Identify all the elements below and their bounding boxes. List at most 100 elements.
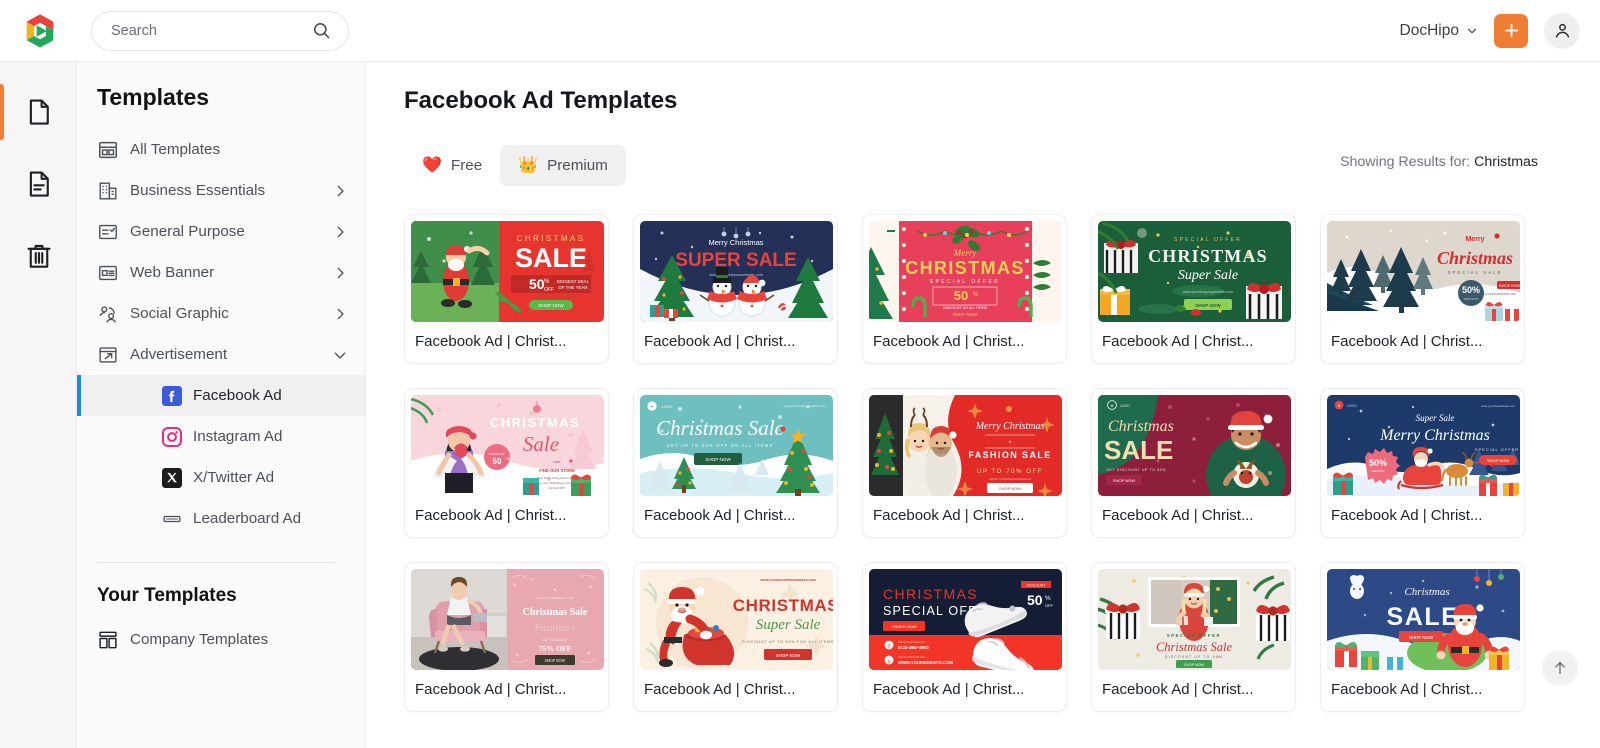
sidebar-item-label: Instagram Ad [193, 428, 283, 445]
template-title: Facebook Ad | Christ... [1331, 333, 1483, 350]
sidebar-item-all-templates[interactable]: All Templates [77, 129, 365, 170]
template-thumbnail: ✦ LOGO Christmas SALE GET DISCOUNT UP TO… [1098, 395, 1291, 496]
template-thumbnail: ✦ LOGO www.yourshopwebsite.com Super Sal… [1327, 395, 1520, 496]
svg-text:Merry Christmas: Merry Christmas [975, 421, 1045, 432]
scroll-to-top-button[interactable] [1542, 650, 1578, 686]
sidebar-item-label: General Purpose [130, 223, 245, 240]
template-card[interactable]: Merry Christmas ♠ FASHION SALE UP TO 70%… [862, 388, 1067, 538]
rail-item-documents[interactable] [0, 76, 77, 148]
thumb-santa-sleigh-navy-super-sale: ✦ LOGO www.yourshopwebsite.com Super Sal… [1327, 395, 1520, 496]
icon-rail [0, 62, 77, 748]
svg-text:%: % [506, 456, 510, 461]
svg-text:SHOP NOW: SHOP NOW [1499, 283, 1520, 288]
chevron-down-icon [1467, 28, 1477, 33]
svg-text:%: % [1045, 595, 1051, 602]
search-box[interactable] [91, 10, 349, 51]
thumb-sweater-man-christmas-sale: ✦ LOGO Christmas SALE GET DISCOUNT UP TO… [1098, 395, 1291, 496]
thumb-blue-christmas-sale-santa: Christmas SALE SHOP NOW [1327, 569, 1520, 670]
svg-text:FIND OUR STORE: FIND OUR STORE [539, 468, 575, 473]
svg-text:DISCOUNT ON ALL ITEMS: DISCOUNT ON ALL ITEMS [943, 306, 988, 310]
create-new-button[interactable] [1494, 13, 1528, 48]
sidebar-item-leaderboard-ad[interactable]: Leaderboard Ad [77, 498, 365, 539]
sidebar-item-general-purpose[interactable]: General Purpose [77, 211, 365, 252]
template-card[interactable]: CHRISTMAS SPECIAL OFFER ORDER NOW DISCOU… [862, 562, 1067, 712]
crown-icon: 👑 [518, 156, 539, 174]
sidebar-item-label: All Templates [130, 141, 221, 158]
user-avatar-icon [1555, 23, 1569, 38]
search-input[interactable] [111, 22, 312, 39]
svg-text:Any City, 3B Building, 1st Flo: Any City, 3B Building, 1st Floor, [538, 481, 577, 485]
facebook-icon [162, 385, 182, 406]
template-card[interactable]: Christmas SALE SHOP NOW Facebook Ad | Ch… [1320, 562, 1525, 712]
svg-text:50%: 50% [1369, 458, 1387, 468]
workspace-menu[interactable]: DocHipo [1400, 22, 1478, 40]
template-title: Facebook Ad | Christ... [1102, 681, 1254, 698]
template-card[interactable]: CHRISTMAS SALE 50 % OFF BIGGEST DEAL OF … [404, 214, 609, 364]
template-title: Facebook Ad | Christ... [1331, 507, 1483, 524]
sidebar-item-facebook-ad[interactable]: Facebook Ad [77, 375, 365, 416]
thumb-teal-christmas-sale-trees: ✦ LOGO www.yourchristmaswebsite.com Chri… [640, 395, 833, 496]
template-thumbnail: Merry Christmas SPECIAL SALE SHOP NOW ww… [1327, 221, 1520, 322]
main-content: Facebook Ad Templates ❤️ Free 👑 Premium … [366, 62, 1600, 748]
search-icon[interactable] [312, 21, 331, 40]
dochipo-logo-icon[interactable] [20, 11, 60, 51]
rail-item-trash[interactable] [0, 220, 77, 292]
sidebar-item-social-graphic[interactable]: Social Graphic [77, 293, 365, 334]
svg-text:SUPER SALE: SUPER SALE [675, 250, 796, 271]
sidebar-item-x-twitter-ad[interactable]: X/Twitter Ad [77, 457, 365, 498]
svg-text:Christmas: Christmas [1404, 586, 1449, 598]
chevron-right-icon [337, 308, 344, 319]
user-account-button[interactable] [1544, 12, 1580, 49]
svg-text:SPECIAL OFFER: SPECIAL OFFER [1167, 633, 1221, 638]
template-card[interactable]: ✦ LOGO www.yourshopwebsite.com Super Sal… [1320, 388, 1525, 538]
svg-text:50: 50 [493, 457, 502, 466]
template-card[interactable]: Merry CHRISTMAS SPECIAL OFFER 50 % DISCO… [862, 214, 1067, 364]
template-grid: CHRISTMAS SALE 50 % OFF BIGGEST DEAL OF … [404, 214, 1600, 712]
svg-text:www.yourchristmaswebsite.com: www.yourchristmaswebsite.com [783, 404, 826, 408]
x-twitter-icon [162, 467, 182, 488]
heart-icon: ❤️ [422, 156, 442, 174]
sidebar-item-web-banner[interactable]: Web Banner [77, 252, 365, 293]
svg-text:SHOP NOW: SHOP NOW [1487, 458, 1509, 463]
svg-text:Call us now for more info: Call us now for more info [898, 641, 925, 644]
sidebar-item-company-templates[interactable]: Company Templates [77, 619, 365, 660]
thumb-santa-sack-cream-super-sale: WWW.YOURSHOPPINGWEBSITE.COM CHRISTMAS Su… [640, 569, 833, 670]
template-card[interactable]: SPECIAL OFFER CHRISTMAS Super Sale www.y… [1091, 214, 1296, 364]
rail-item-my-documents[interactable] [0, 148, 77, 220]
sidebar: Templates All Templates Business Essenti… [77, 62, 366, 748]
sidebar-item-business-essentials[interactable]: Business Essentials [77, 170, 365, 211]
page-title: Facebook Ad Templates [404, 87, 678, 114]
template-card[interactable]: CHRISTMAS Sale DISCOUNT 50 % LIMIT FIND … [404, 388, 609, 538]
sidebar-title: Templates [97, 84, 210, 110]
svg-text:SALE: SALE [515, 243, 587, 273]
template-card[interactable]: Merry Christmas SPECIAL SALE SHOP NOW ww… [1320, 214, 1525, 364]
thumb-snowmen-navy-super-sale: Merry Christmas SUPER SALE www.yourchris… [640, 221, 833, 322]
sidebar-item-instagram-ad[interactable]: Instagram Ad [77, 416, 365, 457]
svg-text:✆: ✆ [887, 643, 891, 648]
showing-results: Showing Results for: Christmas [1340, 154, 1538, 170]
template-card[interactable]: ♠ WWW.YOURWEBSITE.COM Christmas Sale Fur… [404, 562, 609, 712]
people-icon [99, 305, 116, 323]
svg-text:www.yourshopwebsite.com: www.yourshopwebsite.com [1481, 404, 1515, 408]
template-thumbnail: Merry Christmas ♠ FASHION SALE UP TO 70%… [869, 395, 1062, 496]
template-card[interactable]: ✦ LOGO www.yourchristmaswebsite.com Chri… [633, 388, 838, 538]
template-card[interactable]: Merry Christmas SUPER SALE www.yourchris… [633, 214, 838, 364]
svg-text:DISCOUNT: DISCOUNT [1464, 297, 1479, 301]
svg-text:WWW.YOURFASHIONWEBSITE: WWW.YOURFASHIONWEBSITE [989, 477, 1031, 481]
svg-text:UP TO 70% OFF: UP TO 70% OFF [977, 469, 1043, 475]
tab-free[interactable]: ❤️ Free [404, 145, 500, 186]
svg-text:50: 50 [954, 288, 968, 303]
template-card[interactable]: SPECIAL OFFER Christmas Sale DISCOUNT UP… [1091, 562, 1296, 712]
plus-icon [1504, 23, 1518, 38]
svg-text:Christmas: Christmas [1108, 418, 1174, 435]
template-card[interactable]: ✦ LOGO Christmas SALE GET DISCOUNT UP TO… [1091, 388, 1296, 538]
thumb-green-super-sale-gifts: SPECIAL OFFER CHRISTMAS Super Sale www.y… [1098, 221, 1291, 322]
svg-text:OFF: OFF [1045, 603, 1054, 608]
template-card[interactable]: WWW.YOURSHOPPINGWEBSITE.COM CHRISTMAS Su… [633, 562, 838, 712]
filter-tabs: ❤️ Free 👑 Premium Showing Results for: C… [404, 145, 1600, 186]
template-thumbnail: Merry Christmas SUPER SALE www.yourchris… [640, 221, 833, 322]
svg-text:LOGO: LOGO [1120, 404, 1130, 408]
sidebar-item-advertisement[interactable]: Advertisement [77, 334, 365, 375]
tab-premium[interactable]: 👑 Premium [500, 145, 626, 186]
svg-text:CHRISTMAS: CHRISTMAS [490, 415, 580, 430]
